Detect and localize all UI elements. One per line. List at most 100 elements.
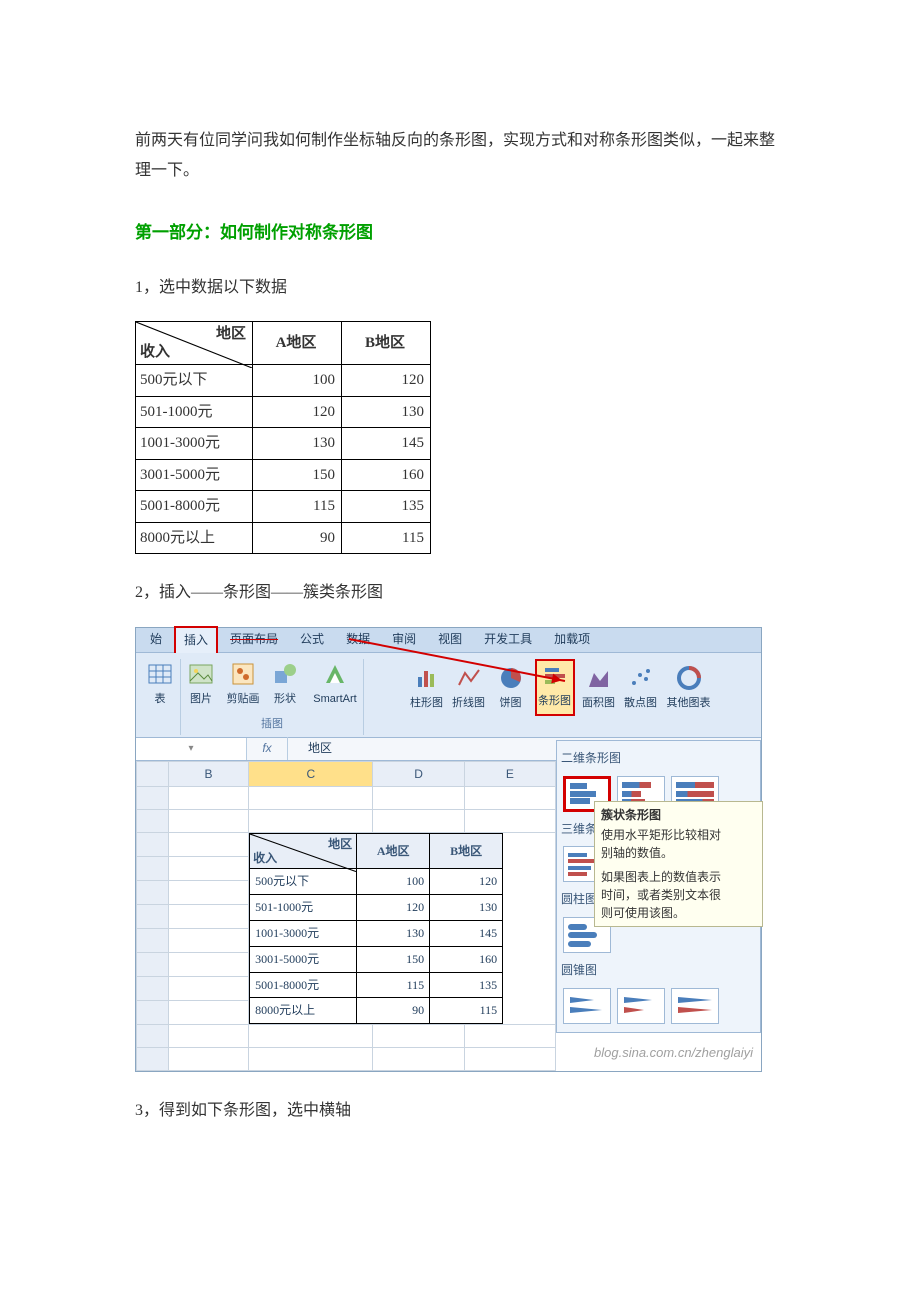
row-header[interactable] <box>137 977 169 1001</box>
cell: 150 <box>253 459 342 491</box>
tab-developer[interactable]: 开发工具 <box>474 625 542 654</box>
col-a-header: A地区 <box>253 322 342 365</box>
cell: 8000元以上 <box>250 998 357 1024</box>
row-header[interactable] <box>137 953 169 977</box>
cell: 145 <box>430 921 503 947</box>
row-header[interactable] <box>137 857 169 881</box>
label: SmartArt <box>313 689 356 710</box>
step-3: 3，得到如下条形图，选中横轴 <box>135 1096 785 1126</box>
dd-section-cone: 圆锥图 <box>561 957 756 984</box>
ribbon-tabs: 始 插入 页面布局 公式 数据 审阅 视图 开发工具 加载项 <box>136 628 761 653</box>
label: 柱形图 <box>410 693 443 714</box>
mini-diag-header: 地区 收入 <box>250 834 357 869</box>
col-b-header: B地区 <box>342 322 431 365</box>
diag-top: 地区 <box>328 833 352 856</box>
ribbon-body: 表 图片 剪贴画 形状 <box>136 653 761 738</box>
cell: 120 <box>253 396 342 428</box>
label: 条形图 <box>538 691 571 712</box>
corner-cell[interactable] <box>137 761 169 787</box>
section-title: 第一部分：如何制作对称条形图 <box>135 217 785 249</box>
fx-label[interactable]: fx <box>247 737 288 760</box>
cell: 150 <box>357 946 430 972</box>
area-chart-icon <box>586 665 612 691</box>
diag-bot: 收入 <box>253 847 277 870</box>
label: 图片 <box>190 689 212 710</box>
col-header[interactable]: D <box>373 761 464 787</box>
cell: 130 <box>253 428 342 460</box>
cell: 120 <box>342 365 431 397</box>
cone-icon <box>622 993 662 1019</box>
row-header[interactable] <box>137 1025 169 1048</box>
cell: 115 <box>357 972 430 998</box>
col-header[interactable]: B <box>168 761 248 787</box>
smartart-button[interactable]: SmartArt <box>309 659 361 712</box>
tooltip-line: 则可使用该图。 <box>601 904 756 922</box>
name-box[interactable]: ▾ <box>136 738 247 760</box>
cell: 160 <box>342 459 431 491</box>
label: 饼图 <box>500 693 522 714</box>
cone-icon <box>676 993 716 1019</box>
tab-insert[interactable]: 插入 <box>174 626 218 653</box>
cell: 500元以下 <box>250 869 357 895</box>
cell: 130 <box>357 921 430 947</box>
tooltip-line: 如果图表上的数值表示 <box>601 868 756 886</box>
step-2: 2，插入——条形图——簇类条形图 <box>135 578 785 608</box>
line-chart-button[interactable]: 折线图 <box>451 663 487 716</box>
label: 其他图表 <box>667 693 711 714</box>
bar-chart-button[interactable]: 条形图 <box>535 659 575 716</box>
tab-home-partial[interactable]: 始 <box>140 625 172 654</box>
smartart-icon <box>322 661 348 687</box>
intro-text: 前两天有位同学问我如何制作坐标轴反向的条形图，实现方式和对称条形图类似，一起来整… <box>135 126 785 187</box>
row-header[interactable] <box>137 787 169 810</box>
row-header[interactable] <box>137 810 169 833</box>
cone-option-3[interactable] <box>671 988 719 1024</box>
column-chart-button[interactable]: 柱形图 <box>409 663 445 716</box>
row-header[interactable] <box>137 1001 169 1025</box>
cell: 501-1000元 <box>250 895 357 921</box>
step-1: 1，选中数据以下数据 <box>135 273 785 303</box>
sheet-grid[interactable]: B C D E 地区 <box>136 761 556 1072</box>
scatter-chart-icon <box>628 665 654 691</box>
picture-icon <box>188 661 214 687</box>
shapes-icon <box>272 661 298 687</box>
shapes-button[interactable]: 形状 <box>267 659 303 712</box>
table-diagonal-header: 地区 收入 <box>136 322 253 365</box>
table-icon <box>147 661 173 687</box>
cell: 100 <box>357 869 430 895</box>
cell: 130 <box>342 396 431 428</box>
table-button[interactable]: 表 <box>142 659 178 712</box>
cell: 130 <box>430 895 503 921</box>
cell: 3001-5000元 <box>250 946 357 972</box>
scatter-chart-button[interactable]: 散点图 <box>623 663 659 716</box>
tab-addins[interactable]: 加载项 <box>544 625 600 654</box>
cone-option-2[interactable] <box>617 988 665 1024</box>
row-header[interactable] <box>137 833 169 857</box>
row-label: 5001-8000元 <box>136 491 253 523</box>
group-caption: 插图 <box>261 714 283 735</box>
col-header-selected[interactable]: C <box>249 761 373 787</box>
row-header[interactable] <box>137 905 169 929</box>
cell: 115 <box>430 998 503 1024</box>
ribbon-group-tables: 表 <box>140 659 181 735</box>
line-chart-icon <box>456 665 482 691</box>
row-header[interactable] <box>137 1048 169 1071</box>
other-charts-icon <box>676 665 702 691</box>
tab-view[interactable]: 视图 <box>428 625 472 654</box>
row-header[interactable] <box>137 881 169 905</box>
tooltip-line: 使用水平矩形比较相对 <box>601 826 756 844</box>
row-header[interactable] <box>137 929 169 953</box>
tab-formulas[interactable]: 公式 <box>290 625 334 654</box>
col-header[interactable]: E <box>464 761 555 787</box>
picture-button[interactable]: 图片 <box>183 659 219 712</box>
cell: 145 <box>342 428 431 460</box>
cone-option-1[interactable] <box>563 988 611 1024</box>
clipart-button[interactable]: 剪贴画 <box>225 659 261 712</box>
row-label: 500元以下 <box>136 365 253 397</box>
other-charts-button[interactable]: 其他图表 <box>665 663 713 716</box>
data-table: 地区 收入 A地区 B地区 500元以下100120 501-1000元1201… <box>135 321 431 554</box>
ribbon-group-illustrations: 图片 剪贴画 形状 SmartArt 插图 <box>181 659 364 735</box>
tab-pagelayout[interactable]: 页面布局 <box>220 625 288 654</box>
cell: 120 <box>430 869 503 895</box>
area-chart-button[interactable]: 面积图 <box>581 663 617 716</box>
cell: 100 <box>253 365 342 397</box>
